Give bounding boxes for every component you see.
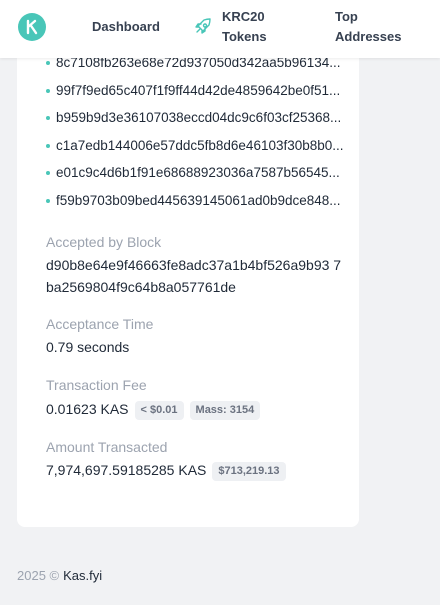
tx-hash-link[interactable]: f59b9703b09bed445639145061ad0b9dce848...	[46, 191, 356, 219]
accepted-by-block-link[interactable]: d90b8e64e9f46663fe8adc37a1b4bf526a9b93 7…	[46, 254, 346, 298]
bullet-icon	[46, 143, 50, 148]
footer: 2025 © Kas.fyi	[17, 567, 102, 585]
mass-badge: Mass: 3154	[189, 401, 261, 420]
bullet-icon	[46, 116, 50, 120]
tx-hash-link[interactable]: b959b9d3e36107038eccd04dc9c6f03cf25368..…	[46, 108, 356, 136]
transaction-fee-label: Transaction Fee	[46, 377, 147, 393]
rocket-icon	[195, 18, 211, 34]
tx-hash-link[interactable]: e01c9c4d6b1f91e68688923036a7587b56545...	[46, 163, 356, 191]
acceptance-time-label: Acceptance Time	[46, 316, 154, 332]
bullet-icon	[46, 171, 50, 175]
amount-transacted-label: Amount Transacted	[46, 439, 168, 455]
nav-krc20-tokens[interactable]: KRC20 Tokens	[222, 7, 302, 47]
top-nav-bar: Dashboard KRC20 Tokens Top Addresses	[0, 0, 440, 58]
acceptance-time-value: 0.79 seconds	[46, 339, 130, 355]
bullet-icon	[46, 61, 50, 65]
nav-dashboard[interactable]: Dashboard	[92, 17, 160, 37]
amount-usd-badge: $713,219.13	[212, 462, 286, 481]
transaction-hash-list: 8c7108fb263e68e72d937050d342aa5b96134...…	[46, 53, 356, 218]
transaction-fee-row: 0.01623 KAS < $0.01 Mass: 3154	[46, 398, 261, 420]
copyright-text: 2025 ©	[17, 568, 60, 583]
nav-top-addresses[interactable]: Top Addresses	[335, 7, 425, 47]
bullet-icon	[46, 198, 50, 203]
tx-hash-link[interactable]: c1a7edb144006e57ddc5fb8d6e46103f30b8b0..…	[46, 136, 356, 164]
amount-transacted-value: 7,974,697.59185285 KAS	[46, 462, 207, 478]
kasfyi-footer-link[interactable]: Kas.fyi	[63, 568, 102, 583]
fee-usd-badge: < $0.01	[134, 401, 184, 420]
tx-hash-link[interactable]: 99f7f9ed65c407f1f9ff44d42de4859642be0f51…	[46, 81, 356, 109]
accepted-by-block-label: Accepted by Block	[46, 234, 162, 250]
transaction-fee-value: 0.01623 KAS	[46, 401, 129, 417]
bullet-icon	[46, 88, 50, 93]
amount-transacted-row: 7,974,697.59185285 KAS $713,219.13	[46, 459, 286, 481]
kasfyi-logo-icon[interactable]	[18, 13, 46, 41]
